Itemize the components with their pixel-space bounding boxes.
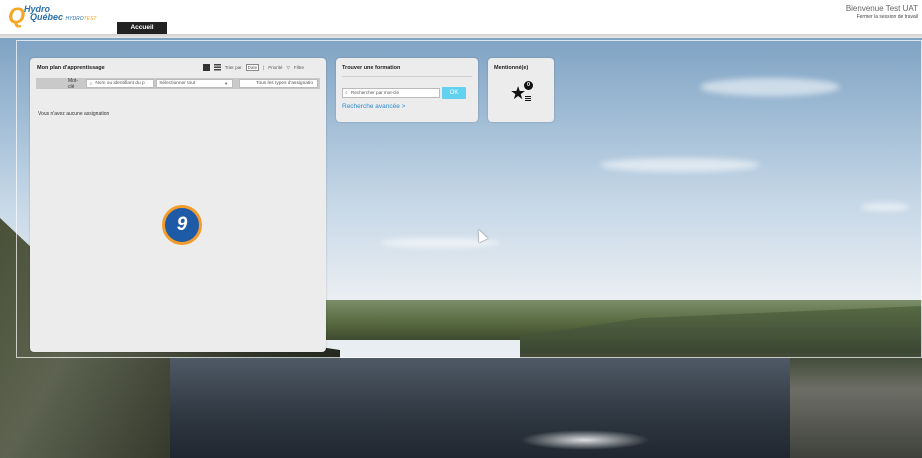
logo-q-mark: Q <box>8 3 26 28</box>
keyword-placeholder: Nom ou identifiant du p <box>95 81 145 86</box>
learning-plan-title: Mon plan d'apprentissage <box>37 65 105 71</box>
logo-env-hydro: HYDRO <box>65 16 84 22</box>
select-all-dropdown[interactable]: Sélectionner tout ▼ <box>156 79 234 88</box>
sort-priority-option[interactable]: Priorité <box>268 65 282 70</box>
ok-button[interactable]: OK <box>442 87 466 99</box>
grid-view-icon[interactable] <box>202 64 210 71</box>
welcome-text: Bienvenue Test UAT <box>845 4 918 13</box>
tab-accueil[interactable]: Accueil <box>117 22 167 34</box>
hydro-quebec-logo[interactable]: Q Hydro Québec HYDROTEST <box>8 3 96 31</box>
find-training-title: Trouver une formation <box>342 65 401 71</box>
training-search-placeholder: Rechercher par mot-clé <box>351 90 399 95</box>
find-training-panel: Trouver une formation ⌕ Rechercher par m… <box>336 58 478 122</box>
plan-filter-row: Mot-clé ⌕ Nom ou identifiant du p Sélect… <box>36 77 320 90</box>
mentions-count-badge: 0 <box>524 81 533 90</box>
logo-quebec: Québec <box>30 12 64 22</box>
empty-assignments-message: Vous n'avez aucune assignation <box>38 111 110 117</box>
assignment-types-dropdown[interactable]: Tous les types d'assignatio <box>239 79 318 88</box>
river-water <box>170 358 790 458</box>
mentions-title: Mentionné(e) <box>494 65 529 71</box>
sort-separator: | <box>263 65 265 70</box>
keyword-label: Mot-clé <box>68 77 78 90</box>
panel-divider <box>342 76 472 77</box>
water-reflection <box>520 430 650 450</box>
search-icon: ⌕ <box>89 81 93 87</box>
plan-toolbar: Trier par Date | Priorité ▽ Filtre <box>202 64 304 71</box>
search-icon: ⌕ <box>345 90 348 96</box>
chevron-down-icon: ▼ <box>224 81 229 86</box>
sort-date-option[interactable]: Date <box>245 64 260 71</box>
advanced-search-link[interactable]: Recherche avancée > <box>342 103 405 110</box>
logo-env-test: TEST <box>83 16 97 22</box>
training-search-input[interactable]: ⌕ Rechercher par mot-clé <box>342 88 440 98</box>
sort-label: Trier par <box>224 65 242 70</box>
select-all-value: Sélectionner tout <box>159 81 196 86</box>
step-number-badge: 9 <box>162 205 202 245</box>
logo-text-quebec: Québec HYDROTEST <box>30 12 96 22</box>
keyword-input[interactable]: ⌕ Nom ou identifiant du p <box>86 79 155 88</box>
mentions-panel: Mentionné(e) ★ 0 <box>488 58 554 122</box>
top-header: Q Hydro Québec HYDROTEST Accueil Bienven… <box>0 0 922 34</box>
logout-link[interactable]: Fermer la session de travail <box>846 14 918 20</box>
list-lines-icon <box>525 96 531 101</box>
assignment-types-value: Tous les types d'assignatio <box>256 81 313 86</box>
filter-icon[interactable]: ▽ <box>287 65 290 71</box>
list-view-icon[interactable] <box>213 64 221 71</box>
learning-plan-panel: Mon plan d'apprentissage Trier par Date … <box>30 58 326 352</box>
user-welcome: Bienvenue Test UAT Fermer la session de … <box>846 4 918 20</box>
filter-link[interactable]: Filtre <box>294 65 304 70</box>
